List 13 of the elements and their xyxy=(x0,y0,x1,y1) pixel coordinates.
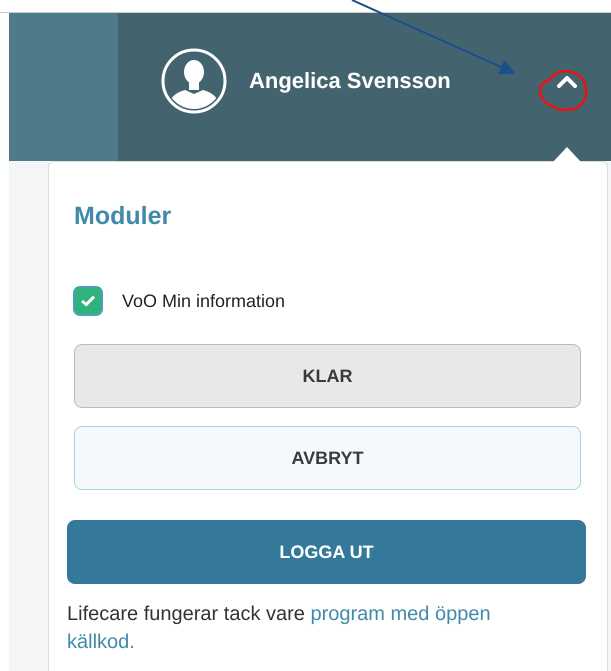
open-source-link[interactable]: program med öppen xyxy=(310,603,491,625)
checkbox-label: VoO Min information xyxy=(122,290,286,312)
check-icon xyxy=(80,295,96,307)
user-name[interactable]: Angelica Svensson xyxy=(249,68,451,94)
open-source-link[interactable]: källkod. xyxy=(67,631,135,653)
section-title: Moduler xyxy=(74,202,172,231)
checkbox[interactable] xyxy=(73,286,103,316)
logout-button[interactable]: LOGGA UT xyxy=(67,520,586,584)
footer-text: Lifecare fungerar tack vare program med öppen källkod. xyxy=(67,602,492,655)
chevron-up-icon[interactable] xyxy=(556,74,578,88)
done-button[interactable]: KLAR xyxy=(74,344,581,408)
cancel-button[interactable]: AVBRYT xyxy=(74,426,581,490)
user-avatar-icon xyxy=(161,48,227,114)
